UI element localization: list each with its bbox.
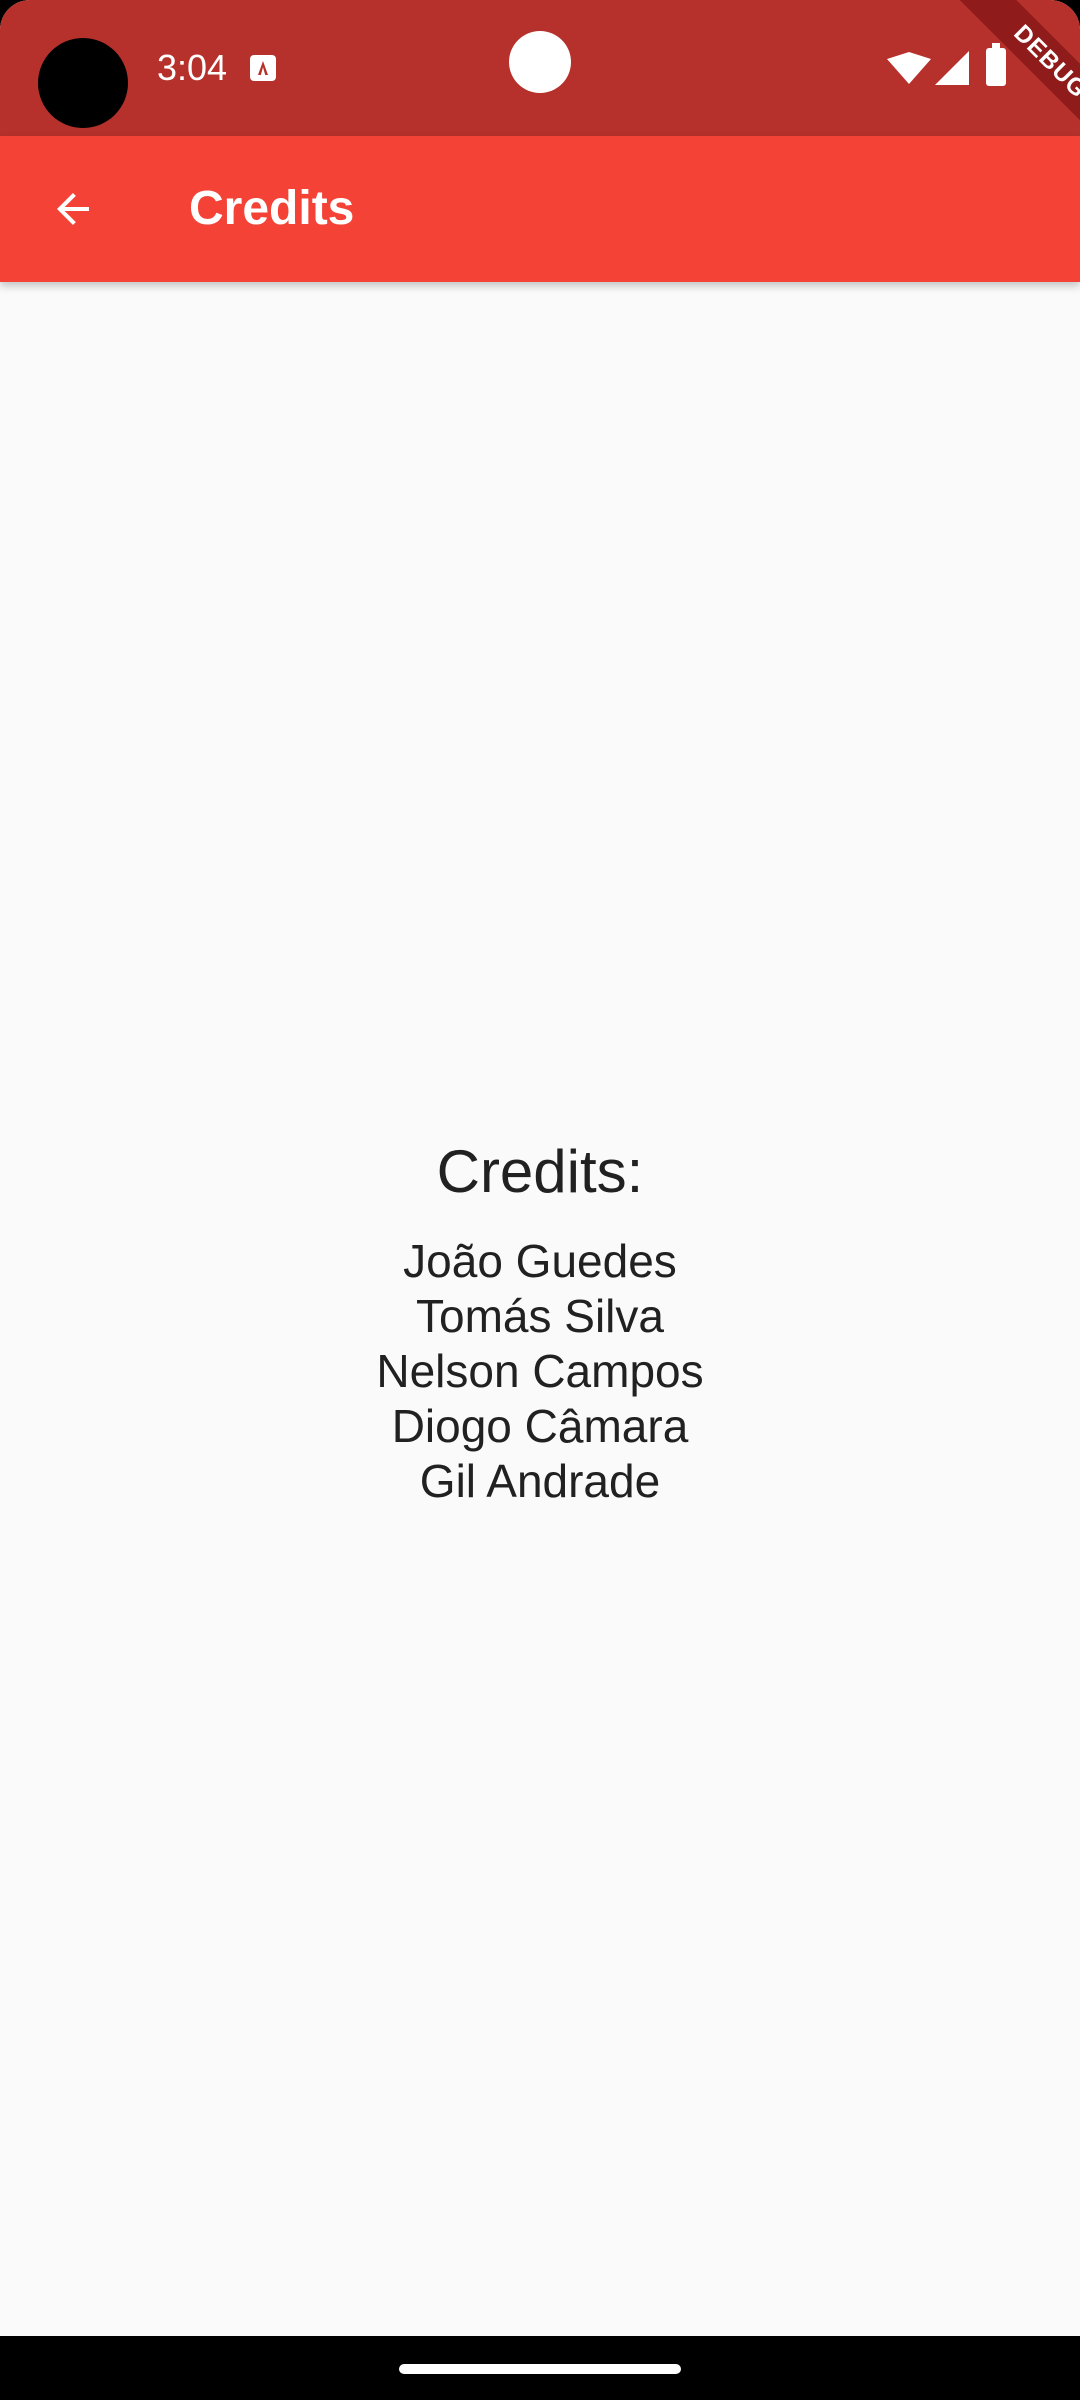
credit-name: Diogo Câmara bbox=[391, 1400, 689, 1452]
wifi-icon bbox=[887, 52, 931, 84]
camera-cutout bbox=[38, 38, 128, 128]
home-indicator[interactable] bbox=[399, 2364, 681, 2374]
credits-list: João Guedes Tomás Silva Nelson Campos Di… bbox=[376, 1234, 703, 1509]
app-bar: Credits bbox=[0, 136, 1080, 282]
credit-name: Nelson Campos bbox=[376, 1345, 704, 1397]
app-screen: 3:04 DEBUG Credits Credits: João Guedes … bbox=[0, 0, 1080, 2400]
credits-heading: Credits: bbox=[436, 1138, 644, 1205]
credits-block: Credits: João Guedes Tomás Silva Nelson … bbox=[376, 1130, 703, 1509]
page-title: Credits bbox=[189, 182, 355, 235]
cellular-signal-icon bbox=[935, 51, 969, 85]
back-button[interactable] bbox=[28, 169, 118, 249]
credit-name: Gil Andrade bbox=[419, 1455, 661, 1507]
notification-a-icon bbox=[250, 55, 276, 81]
status-bar: 3:04 bbox=[0, 0, 1080, 136]
credit-name: João Guedes bbox=[403, 1235, 677, 1287]
navigation-bar bbox=[0, 2336, 1080, 2400]
camera-dot bbox=[509, 31, 571, 93]
battery-icon bbox=[986, 43, 1006, 86]
status-time: 3:04 bbox=[157, 47, 228, 88]
credits-content: Credits: João Guedes Tomás Silva Nelson … bbox=[0, 282, 1080, 2336]
arrow-back-icon bbox=[57, 193, 89, 225]
credit-name: Tomás Silva bbox=[416, 1290, 664, 1342]
